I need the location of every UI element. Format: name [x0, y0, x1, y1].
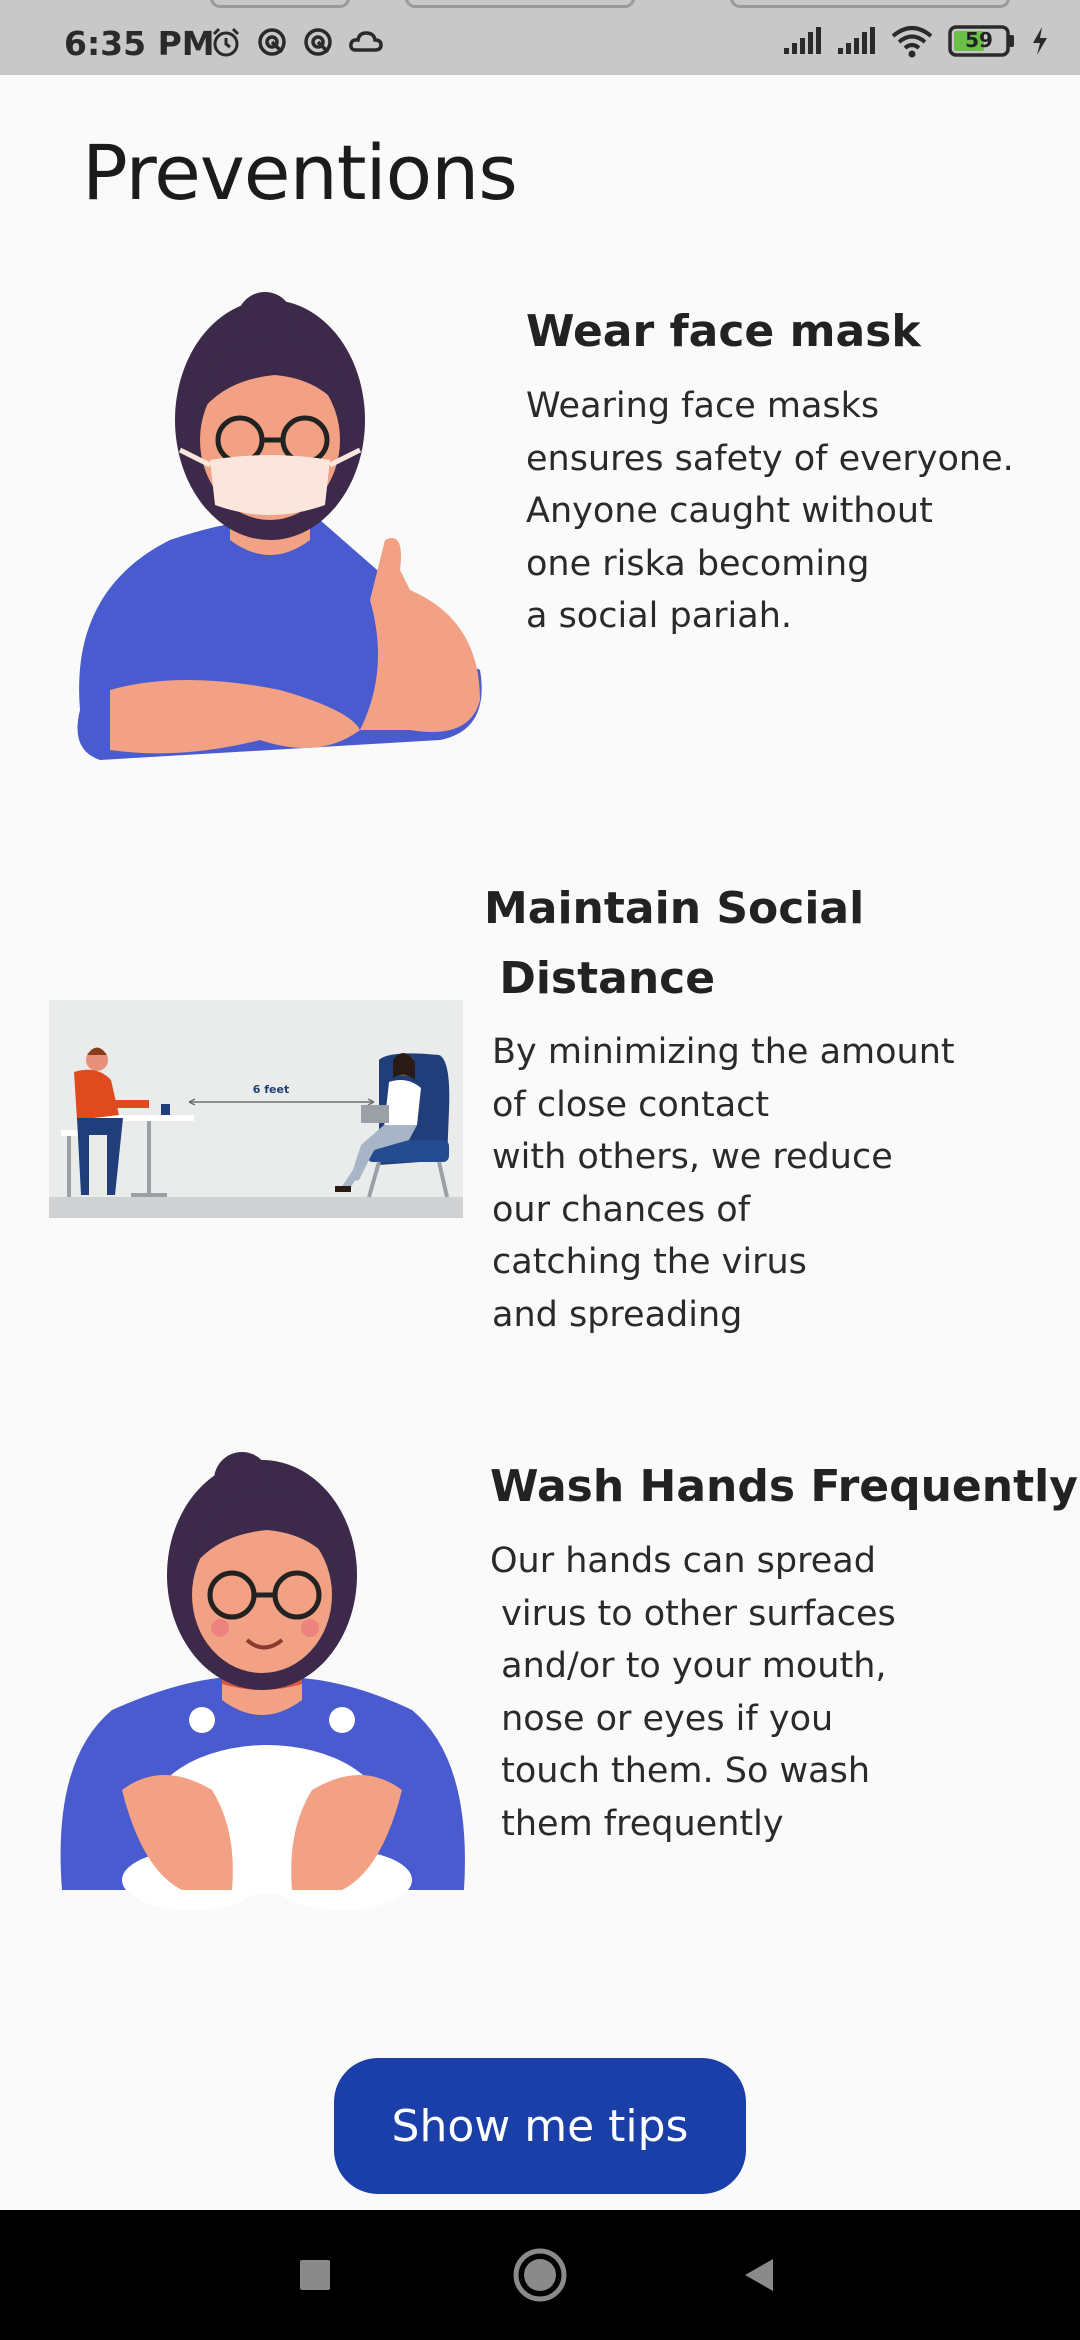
battery-icon: 59	[948, 25, 1016, 57]
page-title: Preventions	[82, 128, 518, 217]
card-desc-social-distance: By minimizing the amount of close contac…	[492, 1032, 955, 1335]
tab-hint	[730, 0, 1010, 8]
home-circle-icon[interactable]	[507, 2242, 573, 2308]
signal-icon	[838, 27, 875, 54]
wifi-icon	[891, 26, 933, 58]
woman-with-face-mask-illustration	[77, 292, 482, 760]
navigation-bar	[0, 2210, 1080, 2340]
card-title-wash-hands: Wash Hands Frequently	[490, 1461, 1078, 1512]
status-icons-left	[210, 26, 384, 58]
status-bar: 6:35 PM 59	[0, 0, 1080, 75]
woman-washing-hands-illustration	[60, 1452, 465, 1910]
status-time: 6:35 PM	[64, 24, 215, 63]
card-desc-face-mask: Wearing face masks ensures safety of eve…	[526, 386, 1014, 636]
alarm-icon	[212, 27, 240, 57]
social-distance-illustration: 6 feet	[49, 1000, 463, 1218]
tab-hint	[210, 0, 350, 8]
sync-icon	[258, 28, 286, 56]
card-title-face-mask: Wear face mask	[526, 306, 921, 357]
show-tips-button[interactable]: Show me tips	[334, 2058, 746, 2194]
sync-icon	[304, 28, 332, 56]
status-icons-right: 59	[782, 24, 1050, 58]
charging-icon	[1033, 27, 1047, 55]
cloud-icon	[349, 31, 383, 52]
signal-icon	[784, 27, 821, 54]
card-title-social-distance: Maintain Social Distance	[484, 883, 865, 1004]
battery-level: 59	[965, 28, 993, 52]
back-triangle-icon[interactable]	[726, 2242, 792, 2308]
tab-hint	[405, 0, 635, 8]
card-desc-wash-hands: Our hands can spread virus to other surf…	[490, 1541, 896, 1844]
recents-square-icon[interactable]	[282, 2242, 348, 2308]
distance-caption: 6 feet	[253, 1083, 289, 1096]
